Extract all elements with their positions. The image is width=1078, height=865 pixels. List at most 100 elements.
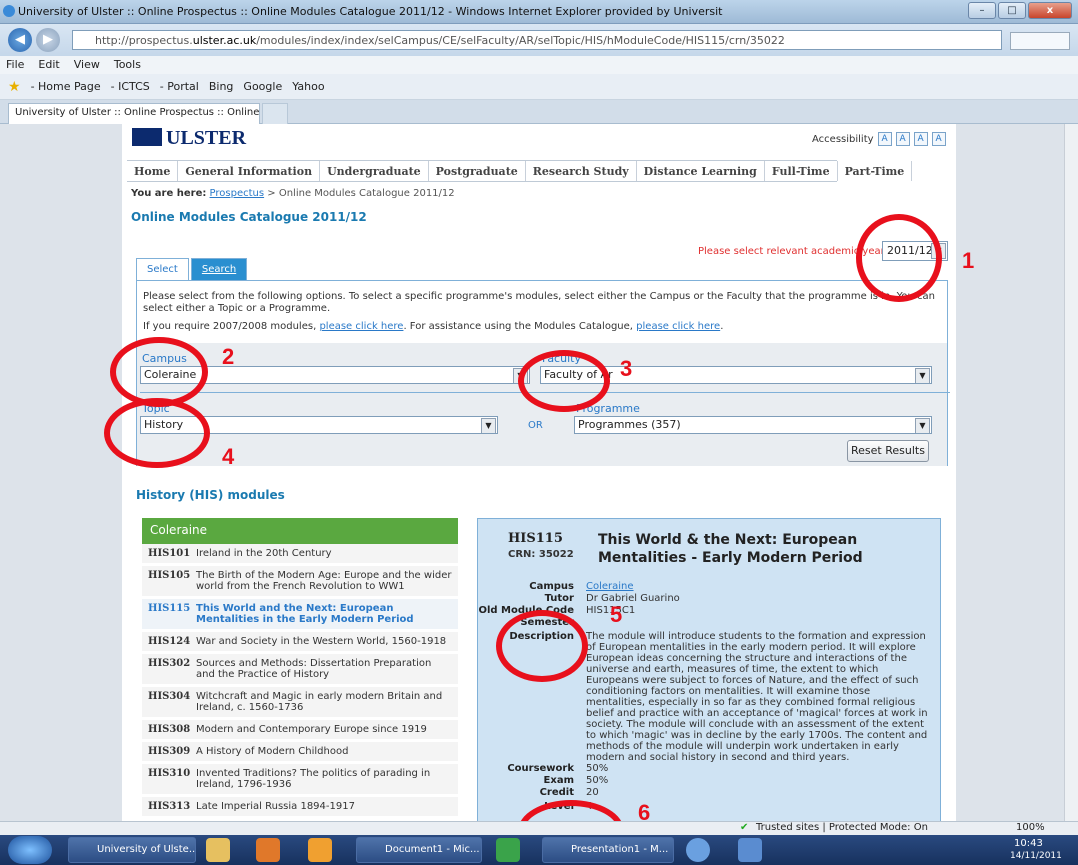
new-tab-button[interactable] (262, 103, 288, 124)
taskbar-word[interactable]: Document1 - Mic... (356, 837, 482, 863)
browser-tab-active[interactable]: University of Ulster :: Online Prospectu… (8, 103, 260, 124)
address-input[interactable]: http://prospectus.ulster.ac.uk/modules/i… (72, 30, 1002, 50)
list-item[interactable]: HIS105 The Birth of the Modern Age: Europ… (142, 566, 458, 599)
text-size-a1[interactable]: A (877, 132, 892, 146)
close-button[interactable]: x (1028, 2, 1072, 19)
modules-heading: History (HIS) modules (136, 488, 285, 502)
description-value: The module will introduce students to th… (586, 631, 928, 763)
campus-key: Campus (529, 581, 574, 592)
accessibility-controls: Accessibility A A A A (812, 132, 946, 146)
fav-bing[interactable]: Bing (209, 80, 234, 93)
annotation-number-1: 1 (962, 248, 975, 273)
annotation-circle-5 (496, 610, 588, 682)
back-button[interactable]: ◀ (8, 28, 32, 52)
annotation-circle-2 (110, 337, 208, 407)
list-item[interactable]: HIS101 Ireland in the 20th Century (142, 544, 458, 566)
list-item-selected[interactable]: HIS115 This World and the Next: European … (142, 599, 458, 632)
taskbar-ie[interactable]: University of Ulste... (68, 837, 196, 863)
ulster-logo[interactable]: ULSTER (132, 127, 246, 150)
minimize-button[interactable]: – (968, 2, 996, 19)
menu-edit[interactable]: Edit (38, 58, 59, 74)
explorer-icon[interactable] (206, 838, 230, 862)
text-size-a4[interactable]: A (931, 132, 946, 146)
tutor-key: Tutor (544, 593, 574, 604)
accessibility-label[interactable]: Accessibility (812, 134, 874, 145)
credit-value: 20 (586, 787, 599, 798)
nav-part-time[interactable]: Part-Time (838, 161, 913, 181)
chevron-down-icon: ▼ (915, 368, 930, 383)
nav-research-study[interactable]: Research Study (526, 161, 637, 181)
list-item[interactable]: HIS309 A History of Modern Childhood (142, 742, 458, 764)
intro-text: Please select from the following options… (143, 291, 935, 314)
fav-yahoo[interactable]: Yahoo (292, 80, 324, 93)
module-list: HIS101 Ireland in the 20th Century HIS105… (142, 544, 458, 819)
tab-search[interactable]: Search (190, 258, 248, 280)
menu-bar: File Edit View Tools (0, 56, 1078, 74)
menu-tools[interactable]: Tools (114, 58, 141, 74)
reset-results-button[interactable]: Reset Results (847, 440, 929, 462)
coursework-key: Coursework (507, 763, 574, 774)
menu-view[interactable]: View (74, 58, 100, 74)
chevron-down-icon: ▼ (481, 418, 496, 433)
page-title: Online Modules Catalogue 2011/12 (131, 210, 367, 224)
vlc-icon[interactable] (308, 838, 332, 862)
start-button[interactable] (8, 836, 52, 864)
tab-select[interactable]: Select (136, 258, 189, 280)
list-item[interactable]: HIS304 Witchcraft and Magic in early mode… (142, 687, 458, 720)
campus-value: Coleraine (586, 581, 931, 592)
media-player-icon[interactable] (256, 838, 280, 862)
breadcrumb-prospectus-link[interactable]: Prospectus (210, 188, 265, 199)
list-item[interactable]: HIS310 Invented Traditions? The politics … (142, 764, 458, 797)
list-item[interactable]: HIS308 Modern and Contemporary Europe sin… (142, 720, 458, 742)
programme-select[interactable]: Programmes (357) ▼ (574, 416, 932, 434)
nav-full-time[interactable]: Full-Time (765, 161, 838, 181)
annotation-circle-4 (104, 398, 210, 468)
fav-google[interactable]: Google (243, 80, 282, 93)
text-size-a3[interactable]: A (913, 132, 928, 146)
clock-date[interactable]: 14/11/2011 (1010, 851, 1062, 861)
chevron-down-icon: ▼ (915, 418, 930, 433)
favorites-bar: ★ - Home Page - ICTCS - Portal Bing Goog… (0, 74, 1078, 100)
taskbar-powerpoint[interactable]: Presentation1 - M... (542, 837, 674, 863)
vertical-scrollbar[interactable] (1064, 124, 1078, 821)
menu-file[interactable]: File (6, 58, 24, 74)
breadcrumb: You are here: Prospectus > Online Module… (131, 188, 455, 199)
favorites-star-icon[interactable]: ★ (8, 79, 21, 95)
list-item[interactable]: HIS302 Sources and Methods: Dissertation … (142, 654, 458, 687)
excel-icon[interactable] (496, 838, 520, 862)
nav-home[interactable]: Home (127, 161, 179, 181)
status-bar: ✔ Trusted sites | Protected Mode: On 100… (0, 821, 1078, 835)
list-item[interactable]: HIS124 War and Society in the Western Wor… (142, 632, 458, 654)
maximize-button[interactable]: □ (998, 2, 1026, 19)
zoom-level[interactable]: 100% (1016, 822, 1045, 833)
nav-undergraduate[interactable]: Undergraduate (320, 161, 429, 181)
forward-button[interactable]: ▶ (36, 28, 60, 52)
older-modules-link[interactable]: please click here (319, 321, 403, 332)
old-code-value: HIS115C1 (586, 605, 636, 616)
campus-list-header: Coleraine (142, 518, 458, 544)
credit-key: Credit (539, 787, 574, 798)
zone-status[interactable]: Trusted sites | Protected Mode: On (756, 822, 928, 833)
messenger-icon[interactable] (686, 838, 710, 862)
exam-key: Exam (543, 775, 574, 786)
campus-link[interactable]: Coleraine (586, 581, 634, 592)
catalogue-tabs: Select Search (136, 258, 248, 280)
fav-portal[interactable]: - Portal (160, 80, 199, 93)
list-item[interactable]: HIS313 Late Imperial Russia 1894-1917 (142, 797, 458, 819)
network-icon[interactable] (738, 838, 762, 862)
nav-general-information[interactable]: General Information (178, 161, 321, 181)
refresh-button[interactable] (1010, 32, 1070, 50)
window-titlebar: University of Ulster :: Online Prospectu… (0, 0, 1078, 24)
annotation-number-4: 4 (222, 444, 235, 469)
annotation-circle-3 (518, 350, 610, 412)
assistance-link[interactable]: please click here (636, 321, 720, 332)
nav-distance-learning[interactable]: Distance Learning (637, 161, 765, 181)
fav-home-page[interactable]: - Home Page (31, 80, 101, 93)
nav-postgraduate[interactable]: Postgraduate (429, 161, 526, 181)
fav-ictcs[interactable]: - ICTCS (111, 80, 150, 93)
module-crn: CRN: 35022 (508, 549, 574, 560)
text-size-a2[interactable]: A (895, 132, 910, 146)
tutor-value: Dr Gabriel Guarino (586, 593, 680, 604)
clock-time[interactable]: 10:43 (1014, 838, 1043, 849)
help-text: If you require 2007/2008 modules, please… (143, 321, 724, 332)
